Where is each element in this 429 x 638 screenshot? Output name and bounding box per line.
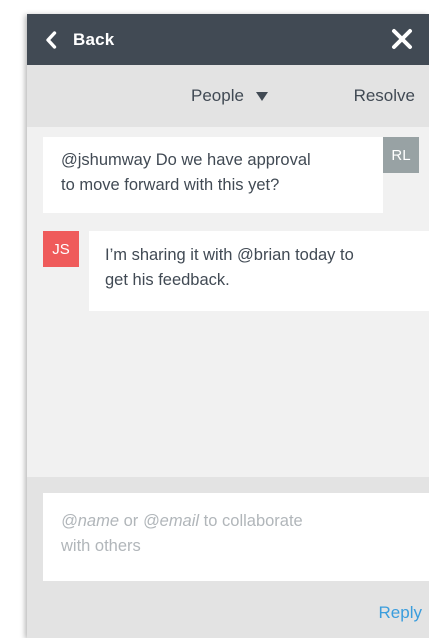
message-text-line: I’m sharing it with @brian today to xyxy=(105,246,354,264)
message-text-line: get his feedback. xyxy=(105,271,230,289)
message-bubble: I’m sharing it with @brian today to get … xyxy=(89,231,429,311)
avatar: RL xyxy=(383,137,419,173)
message-bubble: @jshumway Do we have approval to move fo… xyxy=(43,137,383,213)
comment-placeholder-line: @name or @email to collaborate xyxy=(61,509,409,534)
comment-placeholder-line-2: with others xyxy=(61,537,141,555)
chevron-left-icon xyxy=(45,30,57,49)
comment-composer: @name or @email to collaborate with othe… xyxy=(27,477,429,638)
reply-button[interactable]: Reply xyxy=(379,603,422,623)
close-icon xyxy=(391,28,413,50)
back-label: Back xyxy=(73,29,115,49)
placeholder-rest: to collaborate xyxy=(203,512,303,530)
people-filter-dropdown[interactable]: People xyxy=(191,65,268,127)
message-list: @jshumway Do we have approval to move fo… xyxy=(27,127,429,477)
placeholder-or: or xyxy=(123,512,139,530)
comments-panel: Back People Resolve @jshumway Do we have… xyxy=(27,14,429,638)
message-text-line: to move forward with this yet? xyxy=(61,176,280,194)
placeholder-name: @name xyxy=(61,512,120,530)
people-filter-label: People xyxy=(191,86,244,105)
avatar: JS xyxy=(43,231,79,267)
resolve-button[interactable]: Resolve xyxy=(354,65,415,127)
panel-header: Back xyxy=(27,14,429,65)
message-text-line: @jshumway Do we have approval xyxy=(61,151,311,169)
close-button[interactable] xyxy=(391,28,413,50)
back-button[interactable]: Back xyxy=(45,14,114,65)
comments-toolbar: People Resolve xyxy=(27,65,429,127)
caret-down-icon xyxy=(255,91,268,101)
placeholder-email: @email xyxy=(142,512,200,530)
comment-input[interactable]: @name or @email to collaborate with othe… xyxy=(43,493,429,581)
